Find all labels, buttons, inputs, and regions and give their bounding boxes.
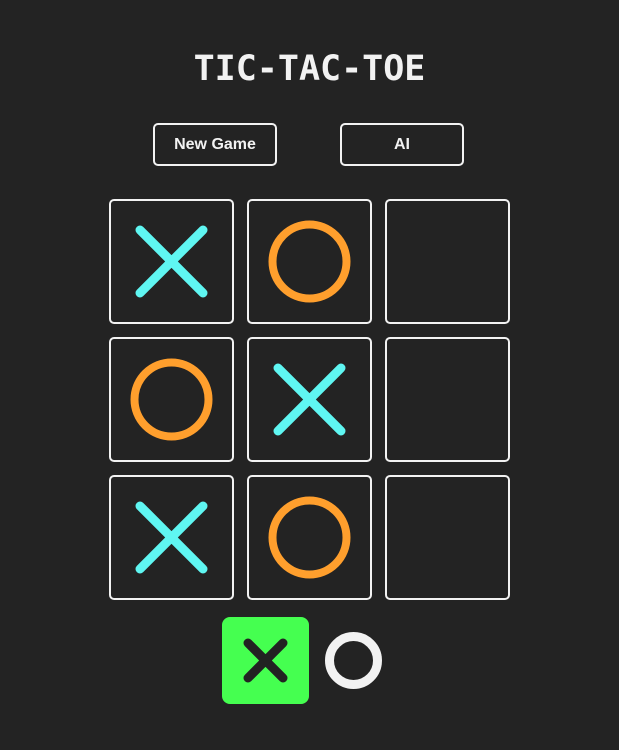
board-cell-r3c1[interactable] xyxy=(109,475,234,600)
new-game-button[interactable]: New Game xyxy=(153,123,277,166)
board-cell-r2c3[interactable] xyxy=(385,337,510,462)
o-mark-icon xyxy=(268,220,351,303)
board-cell-r1c2[interactable] xyxy=(247,199,372,324)
board-cell-r2c2[interactable] xyxy=(247,337,372,462)
x-mark-icon xyxy=(243,638,288,683)
game-title: TIC-TAC-TOE xyxy=(193,49,426,89)
board-cell-r2c1[interactable] xyxy=(109,337,234,462)
board-cell-r3c2[interactable] xyxy=(247,475,372,600)
x-mark-icon xyxy=(135,225,208,298)
o-mark-icon xyxy=(325,632,382,689)
ai-button[interactable]: AI xyxy=(340,123,464,166)
board-cell-r3c3[interactable] xyxy=(385,475,510,600)
turn-indicator-o xyxy=(310,617,397,704)
turn-indicator-x xyxy=(222,617,309,704)
o-mark-icon xyxy=(130,358,213,441)
o-mark-icon xyxy=(268,496,351,579)
game-board xyxy=(109,199,510,600)
x-mark-icon xyxy=(135,501,208,574)
board-cell-r1c1[interactable] xyxy=(109,199,234,324)
board-cell-r1c3[interactable] xyxy=(385,199,510,324)
x-mark-icon xyxy=(273,363,346,436)
